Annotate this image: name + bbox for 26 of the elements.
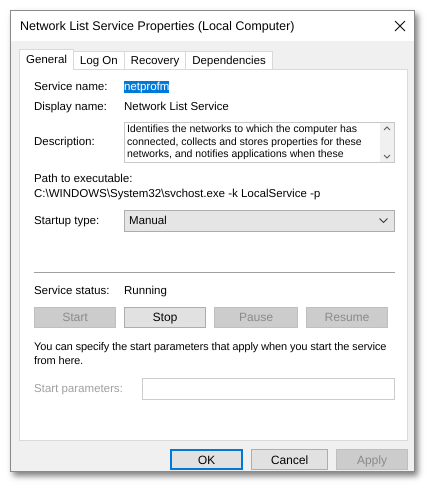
service-control-button[interactable]: Stop <box>124 306 206 328</box>
field-label: Startup type: <box>34 214 100 226</box>
dialog-button[interactable]: OK <box>170 449 243 470</box>
scroll-down-icon[interactable] <box>383 154 391 158</box>
field-label: Display name: <box>34 101 108 113</box>
description-text: Identifies the networks to which the computer has connected, collects and stores properties for these networks, and notifies applications when these <box>126 123 363 162</box>
hint-text: You can specify the start parameters that apply when you start the service from here. <box>34 340 388 368</box>
tab[interactable]: General <box>19 49 74 70</box>
path-text: C:\WINDOWS\System32\svchost.exe -k LocalService -p <box>34 188 322 200</box>
field-value: Running <box>124 284 167 296</box>
chevron-down-icon <box>379 218 388 223</box>
tab[interactable]: Recovery <box>124 51 186 70</box>
description-box[interactable]: Identifies the networks to which the computer has connected, collects and stores properties for these networks, and notifies applications when these <box>124 122 395 162</box>
field-label: Path to executable: <box>34 172 134 184</box>
scroll-up-icon[interactable] <box>383 126 391 131</box>
tab[interactable]: Dependencies <box>185 51 273 70</box>
startup-type-dropdown[interactable]: Manual <box>124 210 395 232</box>
window-title: Network List Service Properties (Local Computer) <box>20 19 294 33</box>
dialog-button[interactable]: Cancel <box>251 449 328 470</box>
field-value: Network List Service <box>124 101 229 113</box>
field-label: Start parameters: <box>34 382 124 394</box>
field-label: Service status: <box>34 284 110 296</box>
tab[interactable]: Log On <box>72 51 125 70</box>
close-icon[interactable] <box>394 20 406 32</box>
field-label: Description: <box>34 136 96 148</box>
field-label: Service name: <box>34 81 109 93</box>
